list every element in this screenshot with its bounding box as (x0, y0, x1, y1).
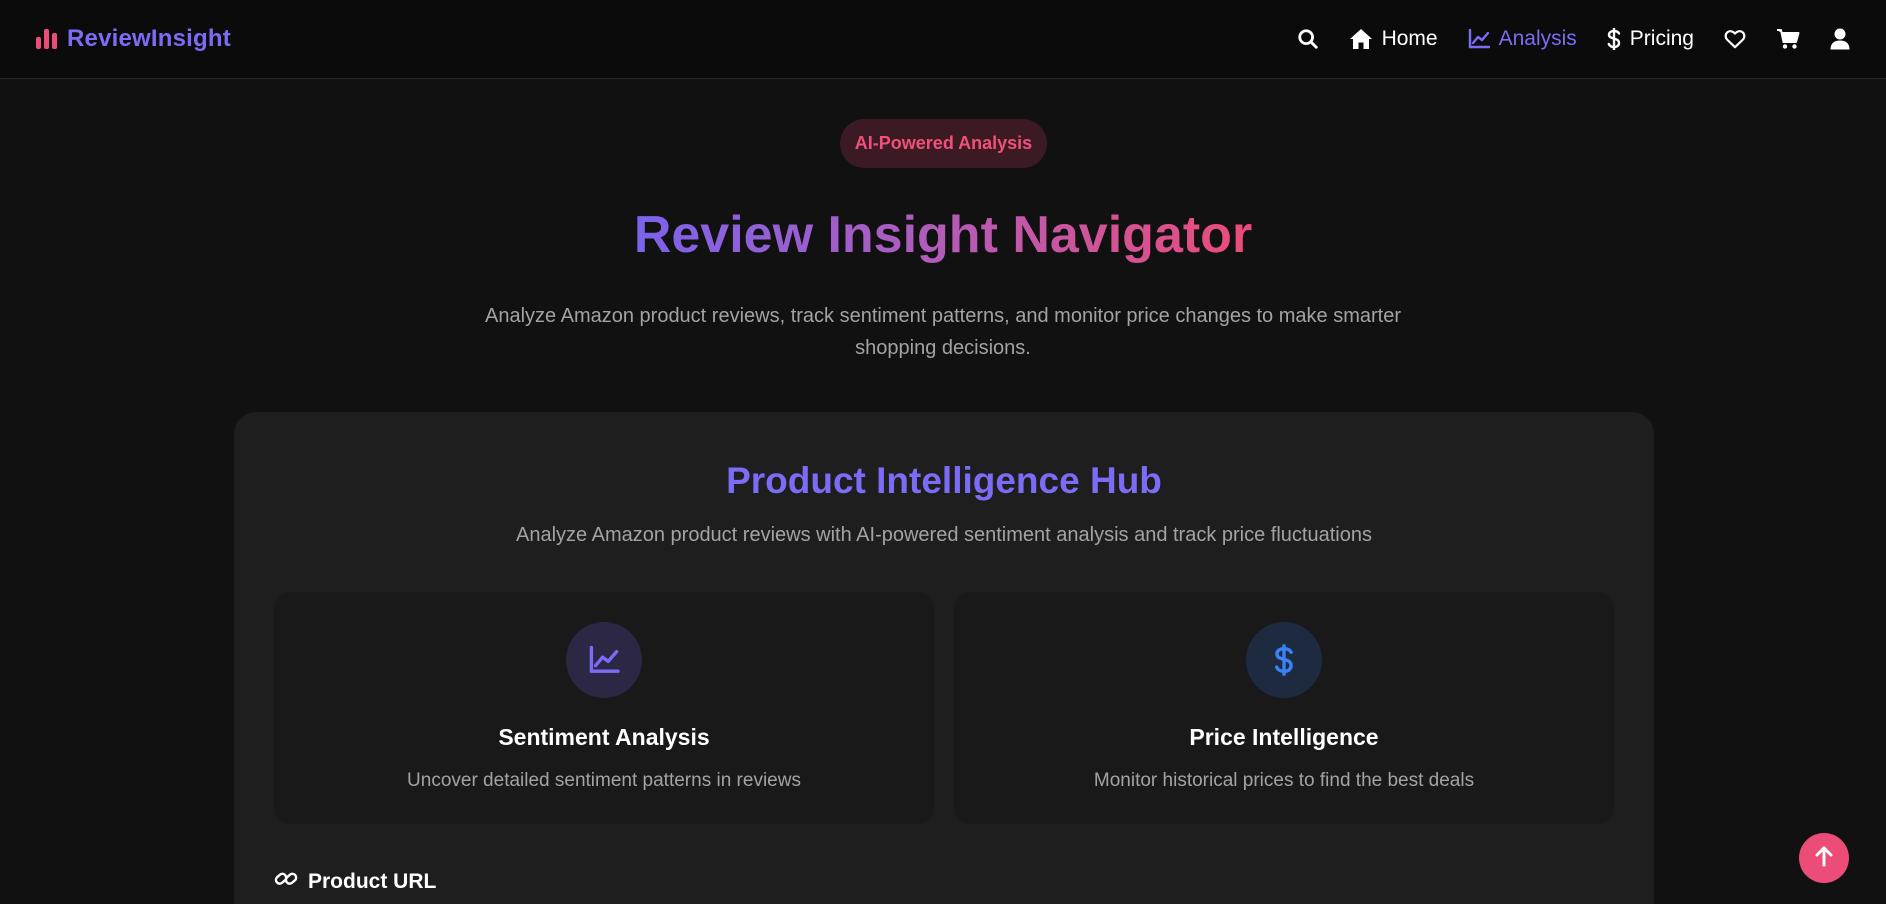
product-url-label: Product URL (274, 868, 436, 896)
feature-card-title: Price Intelligence (1189, 724, 1379, 750)
feature-card-price: Price Intelligence Monitor historical pr… (954, 592, 1614, 824)
heart-icon[interactable] (1724, 29, 1746, 49)
dollar-icon (1246, 622, 1322, 698)
nav-label-analysis: Analysis (1498, 27, 1577, 50)
page-subtitle: Analyze Amazon product reviews, track se… (473, 300, 1413, 364)
home-icon (1349, 28, 1373, 50)
page-title: Review Insight Navigator (0, 205, 1886, 265)
line-chart-icon (1468, 29, 1490, 49)
nav-label-pricing: Pricing (1629, 27, 1694, 50)
line-chart-icon (566, 622, 642, 698)
feature-card-description: Uncover detailed sentiment patterns in r… (407, 770, 801, 791)
bar-chart-icon (36, 29, 57, 49)
main-nav: Home Analysis Pricing (1297, 27, 1850, 51)
nav-item-pricing[interactable]: Pricing (1607, 27, 1694, 51)
feature-card-title: Sentiment Analysis (498, 724, 710, 750)
page-subtitle-line-1: Analyze Amazon product reviews, track se… (485, 305, 1401, 327)
product-intelligence-hub: Product Intelligence Hub Analyze Amazon … (234, 412, 1654, 904)
brand-logo[interactable]: ReviewInsight (36, 25, 231, 53)
user-icon[interactable] (1830, 28, 1850, 50)
ai-powered-badge: AI-Powered Analysis (840, 119, 1047, 168)
feature-card-sentiment: Sentiment Analysis Uncover detailed sent… (274, 592, 934, 824)
dollar-icon (1607, 27, 1621, 51)
link-icon (274, 868, 298, 896)
top-navbar: ReviewInsight Home Analysis Pricing (0, 0, 1886, 79)
hub-title: Product Intelligence Hub (726, 460, 1162, 501)
product-url-label-text: Product URL (308, 870, 437, 893)
page-subtitle-line-2: shopping decisions. (855, 337, 1031, 359)
feature-card-description: Monitor historical prices to find the be… (1093, 770, 1475, 791)
nav-label-home: Home (1381, 27, 1438, 50)
nav-item-home[interactable]: Home (1349, 27, 1438, 51)
search-icon[interactable] (1297, 28, 1319, 50)
nav-item-analysis[interactable]: Analysis (1468, 27, 1577, 51)
cart-icon[interactable] (1776, 28, 1800, 50)
brand-name: ReviewInsight (67, 25, 231, 52)
scroll-to-top-button[interactable] (1799, 833, 1849, 883)
hub-subtitle: Analyze Amazon product reviews with AI-p… (516, 524, 1372, 546)
page-title-text: Review Insight Navigator (633, 206, 1253, 264)
arrow-up-icon (1814, 845, 1834, 872)
